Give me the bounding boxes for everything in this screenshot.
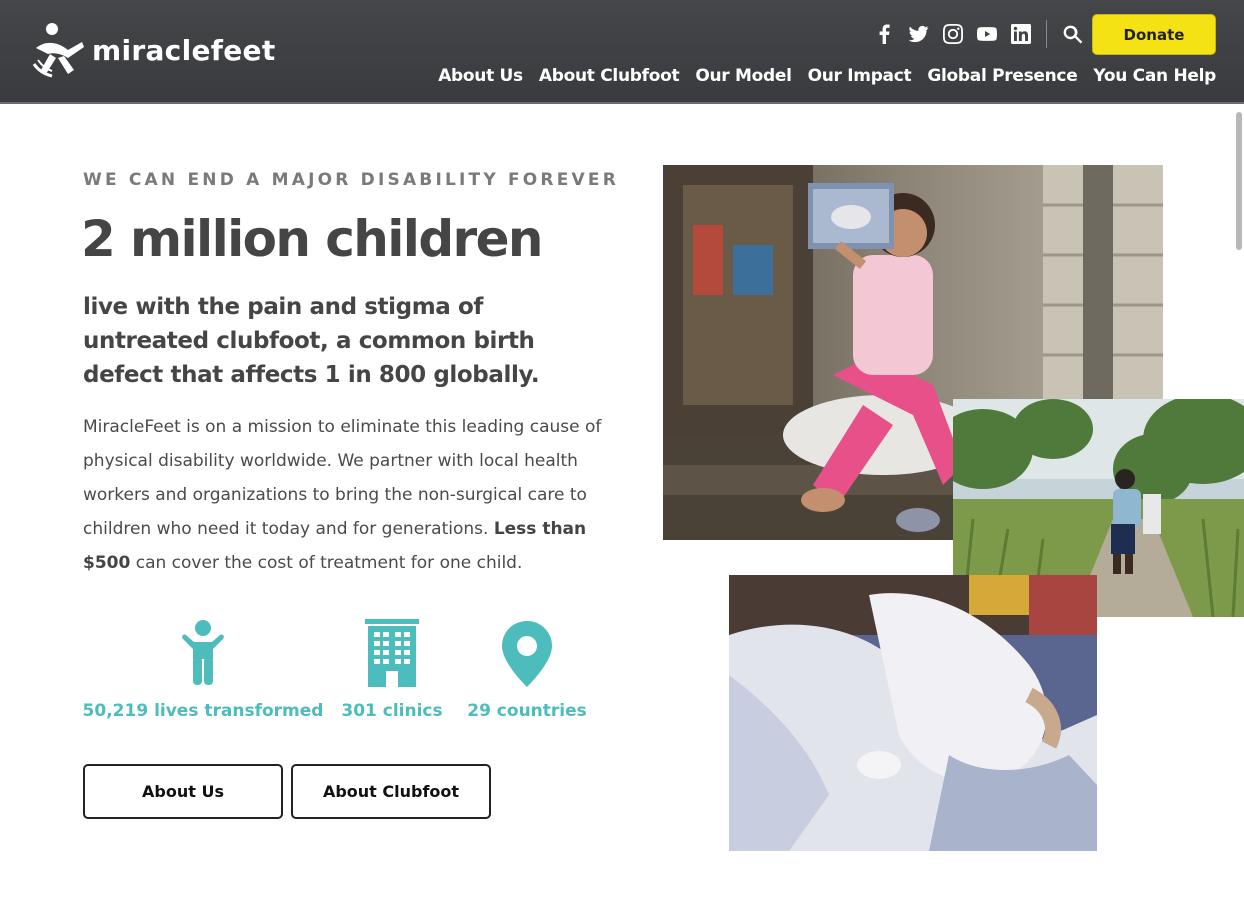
nav-about-us[interactable]: About Us [438, 66, 523, 86]
linkedin-icon[interactable] [1010, 23, 1032, 45]
logo-mark-icon [32, 23, 84, 78]
photo-cast-on-foot [729, 575, 1097, 851]
site-header: miraclefeet Donate About Us About Clubfo… [0, 0, 1244, 104]
stat-countries-label: 29 countries [467, 701, 587, 721]
stat-clinics-label: 301 clinics [341, 701, 443, 721]
nav-about-clubfoot[interactable]: About Clubfoot [539, 66, 680, 86]
hero-subhead: live with the pain and stigma of untreat… [83, 294, 540, 388]
map-pin-icon [502, 621, 552, 687]
building-icon [365, 619, 419, 687]
stat-clinics: 301 clinics [340, 617, 444, 721]
child-icon [182, 620, 224, 685]
stat-countries: 29 countries [466, 617, 588, 721]
logo-text: miraclefeet [92, 33, 276, 67]
twitter-icon[interactable] [908, 23, 930, 45]
nav-our-model[interactable]: Our Model [695, 66, 792, 86]
search-icon[interactable] [1061, 23, 1083, 45]
nav-our-impact[interactable]: Our Impact [808, 66, 912, 86]
stat-lives-label: 50,219 lives transformed [82, 701, 324, 721]
logo[interactable]: miraclefeet [28, 20, 278, 82]
facebook-icon[interactable] [874, 23, 896, 45]
hero-body: MiracleFeet is on a mission to eliminate… [83, 410, 603, 580]
youtube-icon[interactable] [976, 23, 998, 45]
stat-lives: 50,219 lives transformed [83, 617, 323, 721]
main-nav: About Us About Clubfoot Our Model Our Im… [422, 66, 1216, 86]
about-clubfoot-button[interactable]: About Clubfoot [291, 764, 491, 819]
about-us-button[interactable]: About Us [83, 764, 283, 819]
scrollbar-thumb[interactable] [1236, 112, 1242, 250]
nav-global-presence[interactable]: Global Presence [927, 66, 1077, 86]
hero-eyebrow: WE CAN END A MAJOR DISABILITY FOREVER [83, 170, 619, 190]
header-divider [1046, 20, 1047, 48]
social-links [874, 20, 1083, 48]
hero-headline: 2 million children [81, 210, 543, 268]
donate-button[interactable]: Donate [1092, 14, 1216, 55]
hero-body-tail: can cover the cost of treatment for one … [135, 553, 523, 573]
instagram-icon[interactable] [942, 23, 964, 45]
nav-you-can-help[interactable]: You Can Help [1093, 66, 1216, 86]
